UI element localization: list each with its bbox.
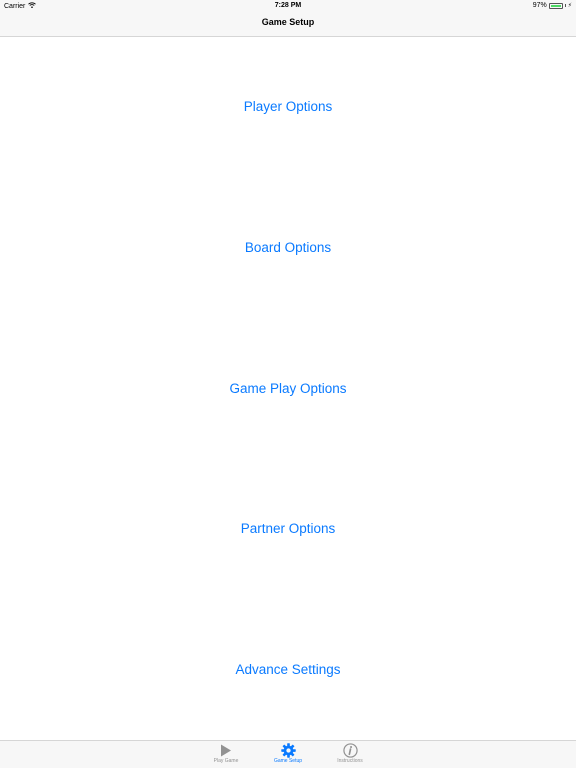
navigation-bar: Game Setup — [0, 12, 576, 37]
charging-bolt-icon: ⚡ — [567, 3, 572, 9]
tab-game-setup[interactable]: Game Setup — [258, 742, 318, 768]
battery-fill — [550, 4, 561, 7]
tab-bar: Play Game Game Setup Instructions — [0, 740, 576, 768]
status-right: 97% ⚡ — [533, 2, 572, 9]
tab-play-game-label: Play Game — [213, 758, 239, 764]
tab-instructions-label: Instructions — [337, 758, 363, 764]
tab-game-setup-label: Game Setup — [273, 758, 303, 764]
board-options-button[interactable]: Board Options — [188, 237, 388, 259]
battery-tip — [564, 4, 566, 7]
gear-icon — [258, 742, 318, 758]
status-bar: Carrier 7:28 PM 97% ⚡ — [0, 0, 576, 12]
play-icon — [196, 742, 256, 758]
game-play-options-button[interactable]: Game Play Options — [188, 378, 388, 400]
tab-instructions[interactable]: Instructions — [320, 742, 380, 768]
tab-play-game[interactable]: Play Game — [196, 742, 256, 768]
battery-icon — [548, 2, 563, 9]
battery-percent: 97% — [532, 2, 547, 9]
partner-options-button[interactable]: Partner Options — [188, 518, 388, 540]
info-icon — [320, 742, 380, 758]
page-title: Game Setup — [261, 17, 315, 27]
advance-settings-button[interactable]: Advance Settings — [188, 659, 388, 681]
status-time: 7:28 PM — [274, 2, 302, 9]
player-options-button[interactable]: Player Options — [188, 96, 388, 118]
